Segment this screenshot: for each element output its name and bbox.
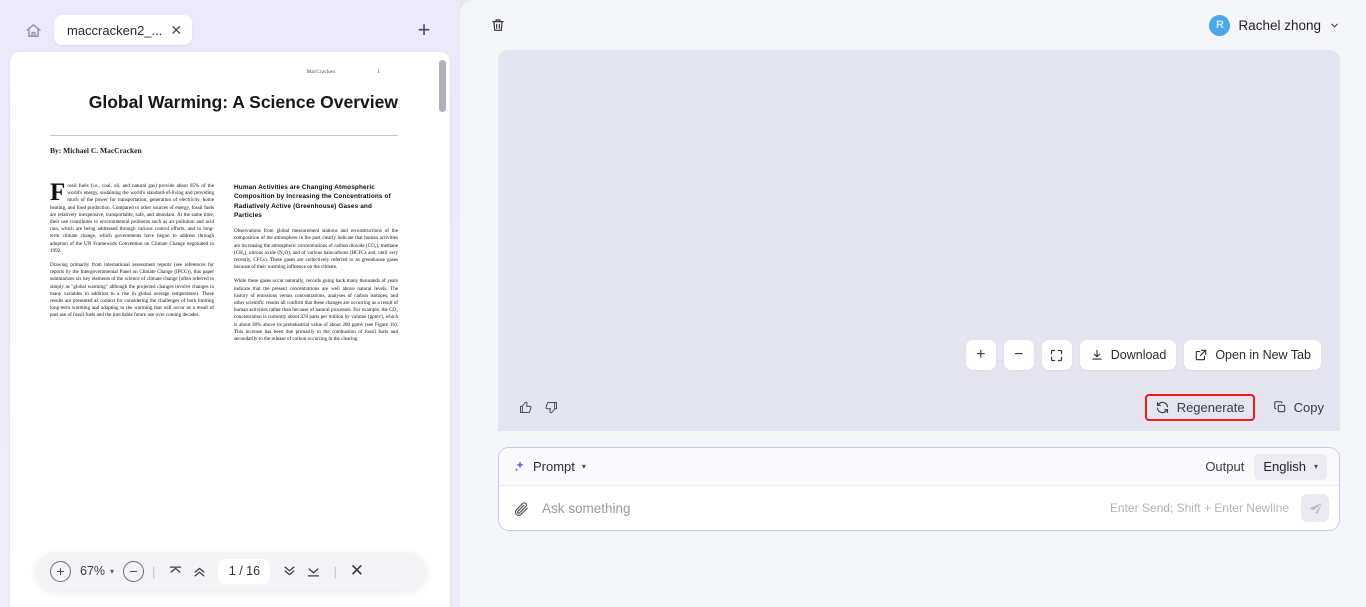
page-running-head: MacCracken 1 [50, 70, 398, 75]
copy-label: Copy [1293, 399, 1324, 415]
composer: Prompt ▾ Output English ▾ Enter Send; Sh… [498, 447, 1340, 531]
answer-zoom-out-button[interactable]: − [1003, 340, 1034, 370]
next-page-icon[interactable] [277, 559, 301, 583]
chevron-down-icon[interactable]: ▾ [582, 462, 586, 471]
search-input[interactable] [542, 500, 1098, 516]
body-paragraph: Fossil fuels (i.e., coal, oil, and natur… [50, 179, 214, 254]
answer-footer: Regenerate Copy [498, 383, 1340, 431]
pdf-toolbar: + 67% ▾ − | 1 / 16 | ✕ [36, 552, 426, 590]
page-author: By: Michael C. MacCracken [50, 146, 142, 155]
pdf-scroll-area[interactable]: MacCracken 1 Global Warming: A Science O… [10, 52, 450, 607]
regenerate-label: Regenerate [1176, 399, 1245, 415]
composer-hint: Enter Send; Shift + Enter Newline [1109, 501, 1289, 515]
output-language-value: English [1263, 459, 1306, 474]
title-divider [50, 135, 398, 136]
chat-header: R Rachel zhong [472, 0, 1354, 50]
page-columns: Fossil fuels (i.e., coal, oil, and natur… [50, 179, 398, 350]
page-number-text: 1 [377, 70, 380, 75]
answer-toolbar: + − Download Open in New Tab [965, 340, 1321, 370]
copy-icon [1273, 400, 1287, 414]
download-icon [1090, 348, 1104, 362]
chevron-down-icon[interactable]: ▾ [110, 567, 114, 576]
jump-to-first-page-icon[interactable] [163, 559, 187, 583]
pdf-scrollbar-thumb[interactable] [439, 60, 446, 112]
output-language-select[interactable]: English ▾ [1254, 453, 1327, 480]
avatar: R [1209, 14, 1231, 36]
pdf-viewer-pane: maccracken2_... ✕ + MacCracken 1 Global … [0, 0, 460, 607]
answer-card: + − Download Open in New Tab Regenerate … [498, 50, 1340, 431]
running-head-text: MacCracken [306, 70, 336, 75]
regenerate-button[interactable]: Regenerate [1155, 400, 1245, 415]
section-heading: Human Activities are Changing Atmospheri… [234, 184, 391, 219]
document-tab-label: maccracken2_... [67, 22, 163, 38]
send-icon[interactable] [1301, 494, 1329, 522]
open-in-new-tab-label: Open in New Tab [1215, 348, 1311, 362]
download-button[interactable]: Download [1079, 340, 1177, 370]
chevron-down-icon[interactable] [1329, 20, 1340, 31]
answer-zoom-in-button[interactable]: + [965, 340, 996, 370]
pdf-page-1: MacCracken 1 Global Warming: A Science O… [10, 52, 436, 351]
page-indicator[interactable]: 1 / 16 [218, 558, 271, 584]
pdf-page-viewport: MacCracken 1 Global Warming: A Science O… [10, 52, 450, 607]
prompt-label: Prompt [533, 459, 575, 474]
expand-icon[interactable] [1041, 340, 1072, 370]
document-tab[interactable]: maccracken2_... ✕ [54, 15, 193, 45]
download-label: Download [1110, 348, 1167, 362]
external-link-icon [1194, 348, 1208, 362]
app-root: maccracken2_... ✕ + MacCracken 1 Global … [0, 0, 1366, 607]
trash-icon[interactable] [484, 11, 512, 39]
toolbar-divider: | [333, 563, 337, 579]
composer-toolbar: Prompt ▾ Output English ▾ [499, 448, 1339, 486]
regenerate-highlight: Regenerate [1144, 393, 1255, 421]
body-paragraph: Drawing primarily from international ass… [50, 262, 214, 319]
output-label: Output [1205, 459, 1245, 474]
home-icon[interactable] [18, 15, 48, 45]
pdf-scrollbar[interactable] [439, 56, 446, 603]
previous-page-icon[interactable] [187, 559, 211, 583]
zoom-out-button[interactable]: − [123, 560, 145, 582]
close-viewer-icon[interactable]: ✕ [345, 559, 369, 583]
page-column-left: Fossil fuels (i.e., coal, oil, and natur… [50, 179, 214, 350]
answer-content [498, 50, 1340, 353]
copy-button[interactable]: Copy [1273, 400, 1324, 415]
toolbar-divider: | [152, 563, 156, 579]
new-tab-button[interactable]: + [410, 16, 438, 44]
close-icon[interactable]: ✕ [170, 23, 182, 37]
prompt-selector[interactable]: Prompt ▾ [513, 459, 586, 474]
body-paragraph: Observations from global measurement sta… [234, 228, 398, 271]
thumbs-up-icon[interactable] [512, 394, 538, 420]
thumbs-down-icon[interactable] [538, 394, 564, 420]
page-column-right: Human Activities are Changing Atmospheri… [234, 183, 398, 350]
user-name-label: Rachel zhong [1238, 17, 1321, 33]
sparkle-icon [513, 460, 526, 473]
zoom-in-button[interactable]: + [50, 560, 71, 582]
body-paragraph: While these gases occur naturally, recor… [234, 278, 398, 343]
document-tabbar: maccracken2_... ✕ + [10, 8, 450, 52]
open-in-new-tab-button[interactable]: Open in New Tab [1184, 340, 1321, 370]
refresh-icon [1155, 400, 1170, 415]
chat-pane: R Rachel zhong + − Download Open in New … [460, 0, 1366, 607]
paperclip-icon[interactable] [513, 500, 530, 517]
chevron-down-icon[interactable]: ▾ [1314, 462, 1318, 471]
zoom-level-label: 67% [80, 564, 106, 578]
page-title: Global Warming: A Science Overview [88, 92, 398, 112]
composer-input-row: Enter Send; Shift + Enter Newline [499, 486, 1339, 530]
user-menu[interactable]: R Rachel zhong [1209, 14, 1344, 36]
jump-to-last-page-icon[interactable] [301, 559, 325, 583]
